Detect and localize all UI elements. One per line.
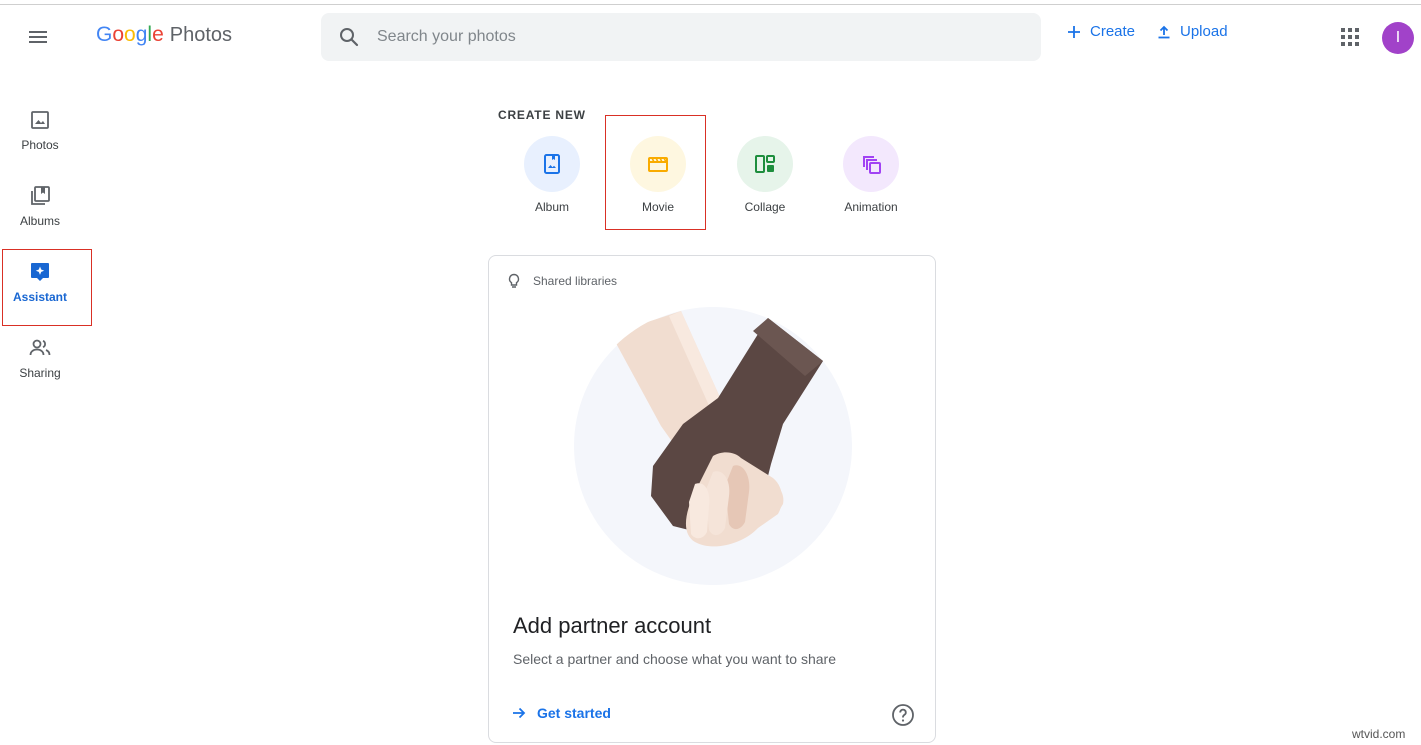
photo-icon [31, 111, 49, 129]
get-started-label: Get started [537, 705, 611, 721]
logo-letter: g [135, 23, 148, 46]
plus-icon [1068, 25, 1080, 38]
create-collage-button[interactable]: Collage [720, 136, 810, 216]
search-icon[interactable] [321, 13, 377, 61]
sidebar-item-sharing[interactable]: Sharing [0, 324, 80, 398]
collage-icon [755, 155, 775, 173]
create-item-label: Animation [844, 200, 898, 214]
search-bar[interactable] [321, 13, 1041, 61]
upload-label: Upload [1180, 23, 1228, 40]
arrow-right-icon [513, 707, 526, 719]
create-icon-circle [737, 136, 793, 192]
watermark-text: wtvid.com [1352, 727, 1406, 741]
albums-icon [31, 186, 50, 205]
lightbulb-icon [508, 273, 520, 288]
album-icon [544, 154, 560, 174]
sidebar-item-label: Photos [21, 138, 59, 152]
google-wordmark: Google [96, 23, 164, 47]
create-icon-circle [524, 136, 580, 192]
sidebar-item-label: Albums [19, 214, 60, 228]
sidebar-item-assistant[interactable]: Assistant [0, 248, 80, 322]
animation-icon [863, 156, 881, 174]
logo-letter: o [112, 23, 125, 46]
card-header-label: Shared libraries [533, 274, 618, 288]
search-input[interactable] [377, 28, 977, 46]
main-menu-button[interactable] [18, 17, 58, 57]
google-photos-logo[interactable]: Google Photos [96, 23, 232, 51]
holding-hands-illustration [574, 307, 852, 585]
card-header: Shared libraries [507, 273, 617, 289]
help-button[interactable] [891, 703, 915, 727]
top-app-bar: Google Photos Create Upload I [0, 5, 1421, 69]
product-name: Photos [169, 24, 233, 46]
help-circle-icon [892, 704, 914, 726]
create-album-button[interactable]: Album [507, 136, 597, 216]
get-started-link[interactable]: Get started [511, 705, 611, 721]
assistant-icon [31, 263, 49, 281]
create-button[interactable]: Create [1066, 23, 1135, 40]
create-animation-button[interactable]: Animation [826, 136, 916, 216]
create-item-label: Collage [744, 200, 786, 214]
create-movie-button[interactable]: Movie [613, 136, 703, 216]
logo-letter: o [124, 23, 136, 46]
create-new-heading: CREATE NEW [498, 108, 586, 122]
sidebar-item-label: Assistant [12, 290, 68, 304]
create-item-label: Album [534, 200, 569, 214]
logo-letter: G [96, 23, 113, 46]
create-icon-circle [630, 136, 686, 192]
movie-icon [648, 157, 668, 172]
account-avatar[interactable]: I [1382, 22, 1414, 54]
sidebar-item-photos[interactable]: Photos [0, 96, 80, 170]
card-description: Select a partner and choose what you wan… [513, 651, 836, 667]
sidebar-item-label: Sharing [19, 366, 61, 380]
create-item-label: Movie [641, 200, 674, 214]
create-icon-circle [843, 136, 899, 192]
upload-button[interactable]: Upload [1156, 23, 1228, 40]
suggestion-card: Shared libraries Add partner account Sel… [488, 255, 936, 743]
card-title: Add partner account [513, 613, 712, 638]
apps-grid-icon [1341, 28, 1359, 46]
sharing-icon [29, 339, 51, 356]
logo-letter: e [152, 23, 164, 46]
sidebar-item-albums[interactable]: Albums [0, 172, 80, 246]
hamburger-menu-icon [29, 31, 47, 43]
google-apps-button[interactable] [1334, 21, 1366, 53]
upload-icon [1158, 25, 1170, 38]
create-label: Create [1090, 23, 1136, 40]
